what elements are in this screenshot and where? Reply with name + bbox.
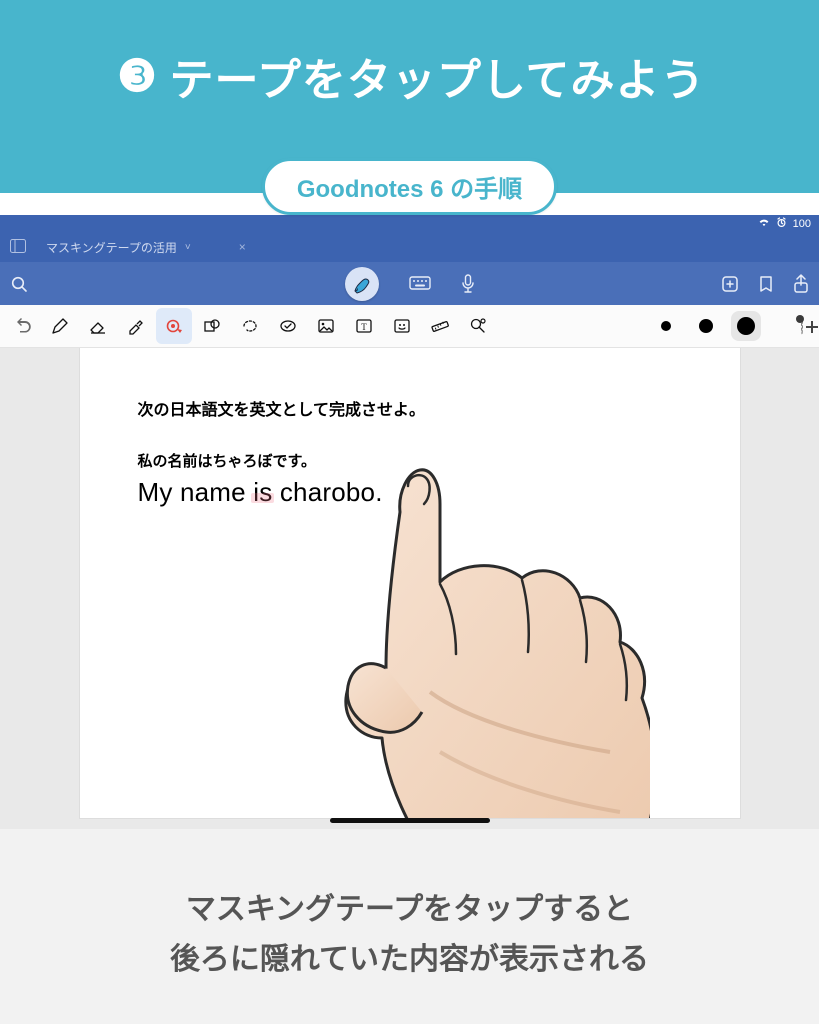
home-indicator	[330, 818, 490, 823]
tab-chevron-icon: ˅	[185, 242, 191, 253]
tool-strip: T	[0, 305, 819, 348]
japanese-sentence: 私の名前はちゃろぼです。	[138, 450, 682, 471]
step-number-badge: ❸	[113, 52, 161, 100]
pen-tool[interactable]	[42, 308, 78, 344]
stamp-tool[interactable]	[270, 308, 306, 344]
tape-revealed-word[interactable]: is	[253, 477, 272, 507]
pointer-tool[interactable]	[460, 308, 496, 344]
add-page-icon[interactable]	[721, 275, 739, 293]
image-tool[interactable]	[308, 308, 344, 344]
english-after: charobo.	[272, 477, 382, 507]
pen-mode-button[interactable]	[345, 267, 379, 301]
tab-close-icon[interactable]: ×	[239, 240, 246, 254]
share-icon[interactable]	[793, 274, 809, 294]
tutorial-title: ❸ テープをタップしてみよう	[113, 44, 705, 108]
mic-icon[interactable]	[461, 274, 475, 294]
english-before: My name	[138, 477, 254, 507]
eraser-tool[interactable]	[80, 308, 116, 344]
stroke-size-medium[interactable]	[731, 311, 761, 341]
stroke-size-small[interactable]	[691, 311, 721, 341]
wifi-icon	[758, 217, 770, 230]
english-sentence: My name is charobo.	[138, 477, 682, 508]
text-tool[interactable]: T	[346, 308, 382, 344]
search-icon[interactable]	[10, 275, 28, 293]
undo-button[interactable]	[8, 308, 38, 344]
tape-tool[interactable]	[156, 308, 192, 344]
ipad-status-bar: 100	[0, 215, 819, 233]
shape-tool[interactable]	[194, 308, 230, 344]
app-toolbar	[0, 262, 819, 305]
svg-text:T: T	[361, 322, 367, 332]
lasso-tool[interactable]	[232, 308, 268, 344]
stroke-size-tiny[interactable]	[651, 311, 681, 341]
document-tab-title: マスキングテープの活用	[46, 239, 177, 256]
add-color-button[interactable]	[801, 317, 803, 335]
app-version-pill: Goodnotes 6 の手順	[262, 158, 557, 215]
highlighter-tool[interactable]	[118, 308, 154, 344]
caption-line-2: 後ろに隠れていた内容が表示される	[170, 943, 649, 976]
caption-line-1: マスキングテープをタップすると	[186, 893, 633, 926]
canvas-area[interactable]: 次の日本語文を英文として完成させよ。 私の名前はちゃろぼです。 My name …	[0, 348, 819, 829]
document-tab-bar: マスキングテープの活用 ˅ ×	[0, 233, 819, 262]
sticker-tool[interactable]	[384, 308, 420, 344]
tutorial-caption: マスキングテープをタップすると 後ろに隠れていた内容が表示される	[0, 829, 819, 1024]
battery-text: 100	[793, 218, 811, 230]
sidebar-toggle-icon[interactable]	[10, 239, 26, 256]
bookmark-icon[interactable]	[759, 275, 773, 293]
document-page[interactable]: 次の日本語文を英文として完成させよ。 私の名前はちゃろぼです。 My name …	[80, 348, 740, 818]
document-tab[interactable]: マスキングテープの活用 ˅ ×	[38, 233, 254, 262]
ruler-tool[interactable]	[422, 308, 458, 344]
tutorial-banner: ❸ テープをタップしてみよう Goodnotes 6 の手順	[0, 0, 819, 193]
keyboard-icon[interactable]	[409, 276, 431, 292]
alarm-icon	[776, 217, 787, 231]
instruction-text: 次の日本語文を英文として完成させよ。	[138, 396, 682, 420]
tutorial-title-text: テープをタップしてみよう	[169, 44, 705, 108]
